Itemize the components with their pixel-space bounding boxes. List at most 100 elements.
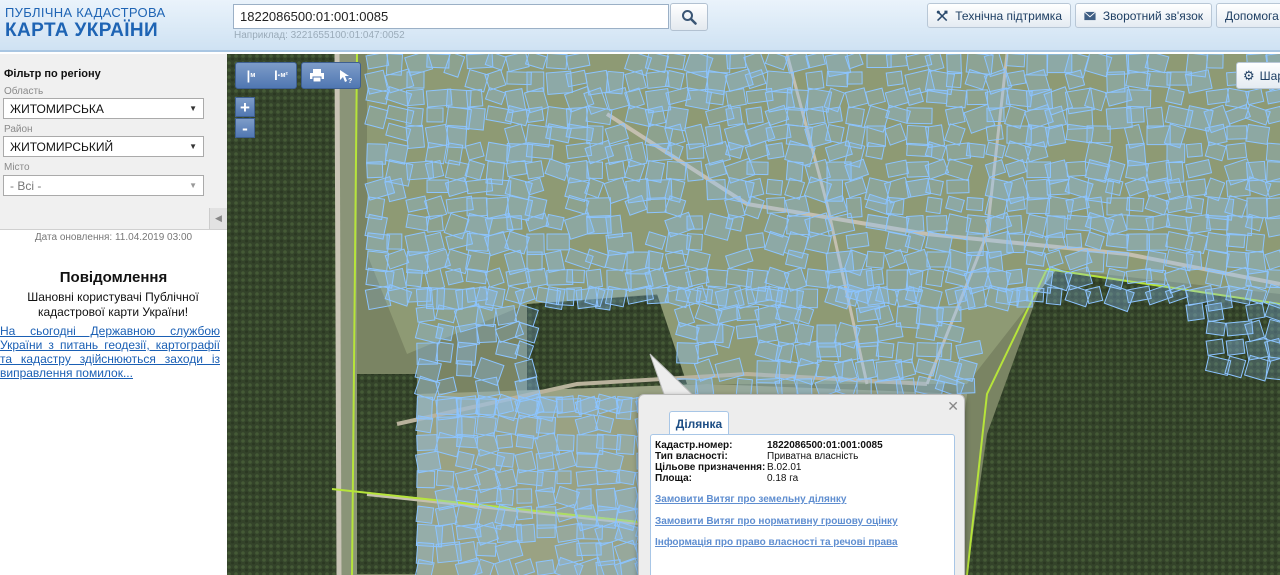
cadastral-parcel[interactable] — [366, 161, 384, 179]
cadastral-parcel[interactable] — [1106, 197, 1130, 216]
cadastral-parcel[interactable] — [525, 142, 554, 160]
cadastral-parcel[interactable] — [665, 54, 686, 71]
cadastral-parcel[interactable] — [1016, 288, 1033, 308]
cadastral-parcel[interactable] — [735, 323, 758, 340]
cadastral-parcel[interactable] — [824, 123, 845, 144]
cadastral-parcel[interactable] — [526, 251, 543, 271]
cadastral-parcel[interactable] — [1105, 232, 1130, 249]
cadastral-parcel[interactable] — [926, 88, 949, 105]
cadastral-parcel[interactable] — [865, 141, 885, 160]
cadastral-parcel[interactable] — [1065, 232, 1083, 249]
cadastral-parcel[interactable] — [966, 89, 988, 106]
cadastral-parcel[interactable] — [915, 323, 937, 341]
cadastral-parcel[interactable] — [416, 434, 438, 452]
cadastral-parcel[interactable] — [1005, 268, 1024, 285]
cadastral-parcel[interactable] — [1245, 232, 1266, 253]
cadastral-parcel[interactable] — [536, 524, 556, 539]
cadastral-parcel[interactable] — [1206, 54, 1224, 69]
cadastral-parcel[interactable] — [465, 232, 490, 252]
cadastral-parcel[interactable] — [946, 54, 962, 75]
cadastral-parcel[interactable] — [405, 268, 424, 288]
cadastral-parcel[interactable] — [545, 213, 565, 231]
cadastral-parcel[interactable] — [1145, 268, 1167, 285]
cadastral-parcel[interactable] — [725, 106, 743, 127]
cadastral-parcel[interactable] — [805, 70, 825, 91]
cadastral-parcel[interactable] — [465, 106, 486, 131]
cadastral-parcel[interactable] — [1125, 196, 1145, 212]
cadastral-parcel[interactable] — [1126, 89, 1152, 108]
cadastral-parcel[interactable] — [774, 341, 795, 364]
cadastral-parcel[interactable] — [846, 71, 863, 85]
cadastral-parcel[interactable] — [1125, 159, 1150, 182]
cadastral-parcel[interactable] — [595, 287, 614, 311]
cadastral-parcel[interactable] — [945, 70, 963, 89]
cadastral-parcel[interactable] — [586, 197, 612, 219]
cadastral-parcel[interactable] — [725, 87, 747, 108]
cadastral-parcel[interactable] — [755, 323, 779, 344]
cadastral-parcel[interactable] — [744, 177, 765, 199]
cadastral-parcel[interactable] — [845, 232, 870, 250]
tab-parcel[interactable]: Ділянка — [669, 411, 729, 435]
cadastral-parcel[interactable] — [826, 70, 849, 88]
cadastral-parcel[interactable] — [1205, 338, 1225, 356]
cadastral-parcel[interactable] — [624, 69, 647, 93]
cadastral-parcel[interactable] — [865, 213, 889, 232]
cadastral-parcel[interactable] — [424, 159, 445, 180]
cadastral-parcel[interactable] — [1025, 250, 1046, 267]
cadastral-parcel[interactable] — [1225, 232, 1246, 249]
cadastral-parcel[interactable] — [515, 505, 534, 521]
cadastral-parcel[interactable] — [435, 323, 455, 342]
collapse-sidebar-button[interactable]: ◀ — [209, 208, 227, 229]
cadastral-parcel[interactable] — [495, 414, 519, 436]
help-button[interactable]: Допомога — [1216, 3, 1280, 28]
cadastral-parcel[interactable] — [434, 504, 458, 528]
measure-area-icon[interactable]: ŀ м² — [268, 63, 294, 88]
cadastral-parcel[interactable] — [854, 358, 878, 381]
cadastral-parcel[interactable] — [1105, 177, 1124, 196]
cadastral-parcel[interactable] — [365, 232, 391, 253]
cadastral-parcel[interactable] — [1006, 233, 1026, 254]
cadastral-parcel[interactable] — [765, 178, 784, 196]
cadastral-parcel[interactable] — [545, 54, 568, 70]
cadastral-parcel[interactable] — [405, 88, 425, 107]
cadastral-parcel[interactable] — [906, 214, 925, 233]
cadastral-parcel[interactable] — [766, 197, 786, 214]
cadastral-parcel[interactable] — [1185, 142, 1203, 158]
cadastral-parcel[interactable] — [1005, 214, 1023, 235]
cadastral-parcel[interactable] — [575, 469, 599, 487]
cadastral-parcel[interactable] — [885, 196, 905, 216]
cadastral-parcel[interactable] — [785, 160, 804, 182]
print-icon[interactable] — [304, 63, 330, 88]
cadastral-parcel[interactable] — [415, 287, 434, 307]
cadastral-parcel[interactable] — [885, 70, 904, 87]
cadastral-parcel[interactable] — [1006, 54, 1026, 68]
cadastral-parcel[interactable] — [885, 54, 909, 69]
cadastral-parcel[interactable] — [536, 415, 557, 435]
cadastral-parcel[interactable] — [575, 287, 599, 310]
cadastral-parcel[interactable] — [1245, 123, 1271, 145]
cadastral-parcel[interactable] — [1265, 356, 1280, 381]
cadastral-parcel[interactable] — [1126, 107, 1145, 124]
tech-support-button[interactable]: Технічна підтримка — [927, 3, 1071, 28]
cadastral-parcel[interactable] — [604, 249, 627, 272]
cadastral-parcel[interactable] — [515, 523, 536, 544]
cadastral-parcel[interactable] — [426, 179, 449, 194]
cadastral-parcel[interactable] — [725, 54, 747, 70]
cadastral-parcel[interactable] — [415, 305, 436, 323]
cadastral-parcel[interactable] — [1225, 338, 1246, 356]
cadastral-parcel[interactable] — [1005, 196, 1026, 212]
cadastral-parcel[interactable] — [825, 106, 843, 124]
cadastral-parcel[interactable] — [516, 488, 533, 504]
cadastral-parcel[interactable] — [465, 88, 484, 108]
cadastral-parcel[interactable] — [966, 196, 984, 212]
message-link[interactable]: На сьогодні Державною службою України з … — [0, 324, 220, 382]
cadastral-parcel[interactable] — [1204, 123, 1228, 147]
cadastral-parcel[interactable] — [415, 505, 435, 524]
ownership-info-link[interactable]: Інформація про право власності та речові… — [655, 537, 898, 548]
cadastral-parcel[interactable] — [1066, 160, 1087, 177]
cadastral-parcel[interactable] — [1225, 142, 1248, 160]
cadastral-parcel[interactable] — [824, 267, 849, 290]
cadastral-parcel[interactable] — [745, 106, 764, 125]
cadastral-parcel[interactable] — [1206, 214, 1229, 231]
cadastral-parcel[interactable] — [366, 143, 387, 165]
